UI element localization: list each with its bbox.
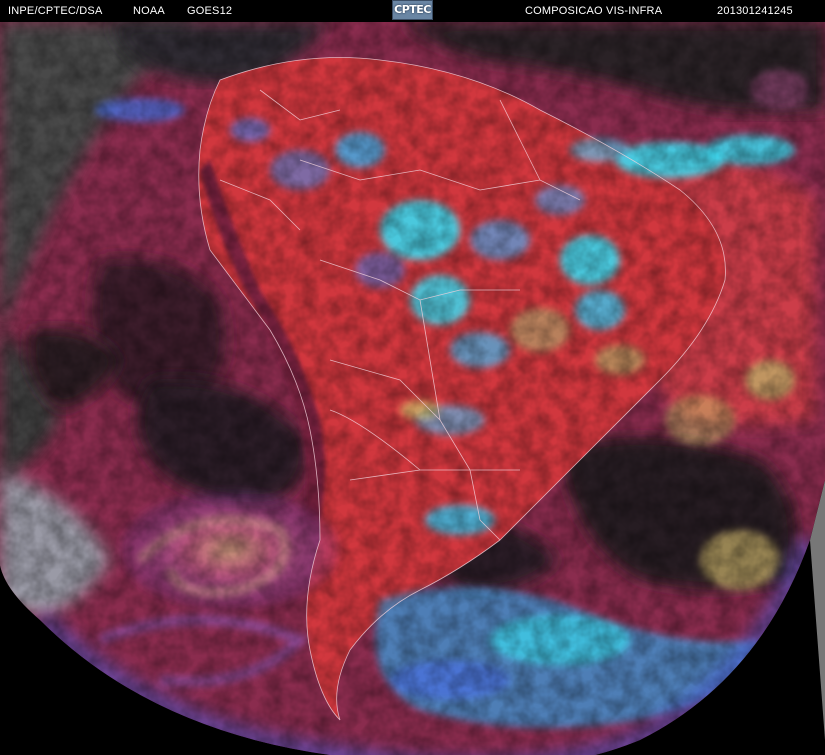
agency-label: NOAA <box>133 5 165 17</box>
timestamp-label: 201301241245 <box>717 5 793 17</box>
header-bar: INPE/CPTEC/DSA NOAA GOES12 CPTEC COMPOSI… <box>0 0 825 22</box>
product-label: COMPOSICAO VIS-INFRA <box>525 5 663 17</box>
cptec-logo: CPTEC <box>392 0 433 20</box>
earth-disk <box>0 22 825 755</box>
satellite-earth-disk-icon <box>0 22 825 755</box>
cloud-texture-overlay <box>0 22 825 755</box>
cptec-logo-text: CPTEC <box>394 3 431 16</box>
satellite-label: GOES12 <box>187 5 233 17</box>
satellite-image-viewer: INPE/CPTEC/DSA NOAA GOES12 CPTEC COMPOSI… <box>0 0 825 755</box>
source-label: INPE/CPTEC/DSA <box>8 5 103 17</box>
